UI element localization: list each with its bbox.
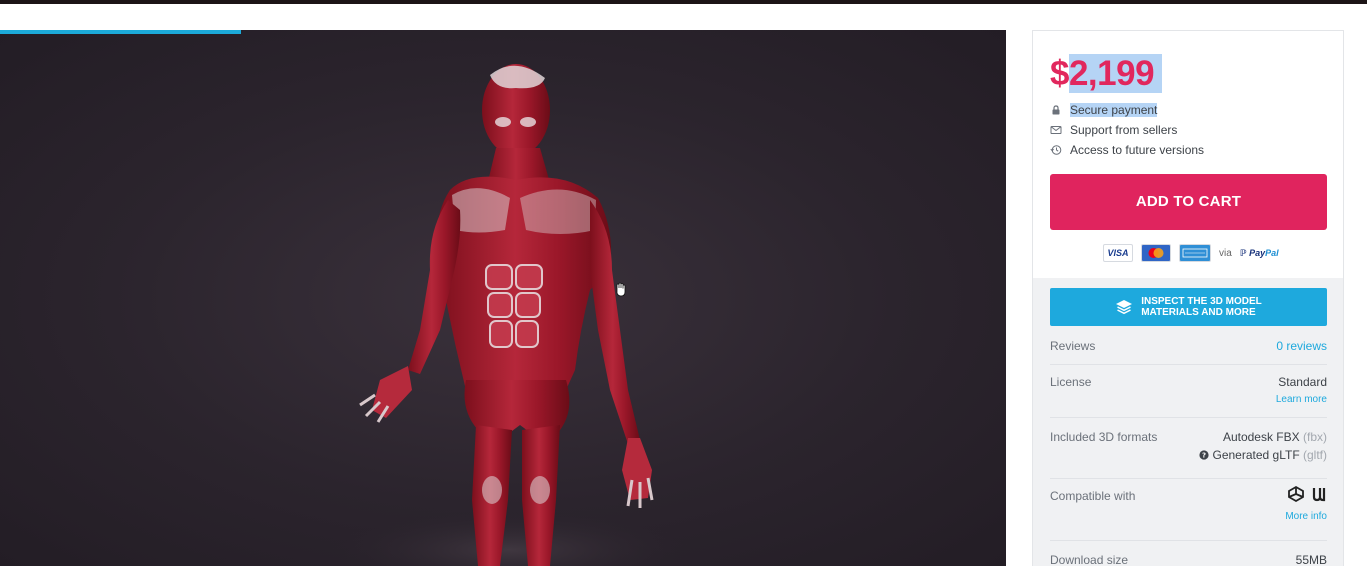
reviews-link[interactable]: 0 reviews [1276,339,1327,353]
svg-text:?: ? [1202,452,1206,460]
layers-icon [1116,300,1133,315]
more-info-link[interactable]: More info [1285,511,1327,522]
price: $2,199 [1050,51,1163,97]
visa-icon: VISA [1103,244,1133,262]
reviews-row: Reviews 0 reviews [1050,339,1327,355]
feature-secure-payment: Secure payment [1050,101,1158,119]
envelope-icon [1050,126,1062,134]
compatible-row: Compatible with More info [1050,485,1327,529]
amex-icon [1179,244,1211,262]
format-gltf: ? Generated gLTF (gltf) [1199,448,1327,462]
feature-label: Access to future versions [1070,143,1205,157]
divider [1050,540,1327,541]
feature-label: Secure payment [1070,103,1158,117]
model-viewer[interactable] [0,30,1006,566]
feature-label: Support from sellers [1070,123,1178,137]
format-fbx: Autodesk FBX (fbx) [1222,430,1327,444]
compatible-label: Compatible with [1050,489,1136,503]
inspect-line-1: INSPECT THE 3D MODEL [1141,296,1262,307]
price-currency: $ [1050,54,1069,93]
reviews-label: Reviews [1050,339,1096,353]
mastercard-icon [1141,244,1171,262]
feature-future-versions: Access to future versions [1050,141,1204,159]
payment-methods: VISA via ℙ PayPal [1103,243,1279,263]
download-size-value: 55MB [1295,553,1327,566]
unity-icon[interactable] [1287,485,1305,503]
license-row: License Standard Learn more [1050,375,1327,409]
via-label: via [1219,247,1232,259]
lock-icon [1052,105,1060,115]
download-size-row: Download size 55MB [1050,553,1327,566]
price-amount: 2,199 [1068,54,1163,93]
paypal-icon: ℙ PayPal [1239,247,1279,258]
inspect-line-2: MATERIALS AND MORE [1141,307,1256,318]
purchase-panel: $2,199 Secure payment Support from selle… [1032,30,1344,566]
formats-row: Included 3D formats Autodesk FBX (fbx) ?… [1050,430,1327,470]
feature-support: Support from sellers [1050,121,1177,139]
buy-box: $2,199 Secure payment Support from selle… [1033,31,1343,278]
license-value: Standard [1278,375,1327,389]
help-icon[interactable]: ? [1199,450,1209,460]
divider [1050,417,1327,418]
divider [1050,364,1327,365]
inspect-model-button[interactable]: INSPECT THE 3D MODEL MATERIALS AND MORE [1050,288,1327,326]
grab-cursor-icon [616,282,626,297]
divider [1050,478,1327,479]
anatomy-model-figure [330,64,690,566]
license-label: License [1050,375,1092,389]
learn-more-link[interactable]: Learn more [1276,394,1327,405]
engine-icons [1287,485,1327,503]
history-icon [1050,145,1062,155]
model-info-box: INSPECT THE 3D MODEL MATERIALS AND MORE … [1033,278,1343,566]
top-bar [0,0,1367,4]
download-size-label: Download size [1050,553,1129,566]
formats-label: Included 3D formats [1050,430,1158,444]
add-to-cart-button[interactable]: ADD TO CART [1050,174,1327,230]
unreal-icon[interactable] [1311,485,1327,503]
